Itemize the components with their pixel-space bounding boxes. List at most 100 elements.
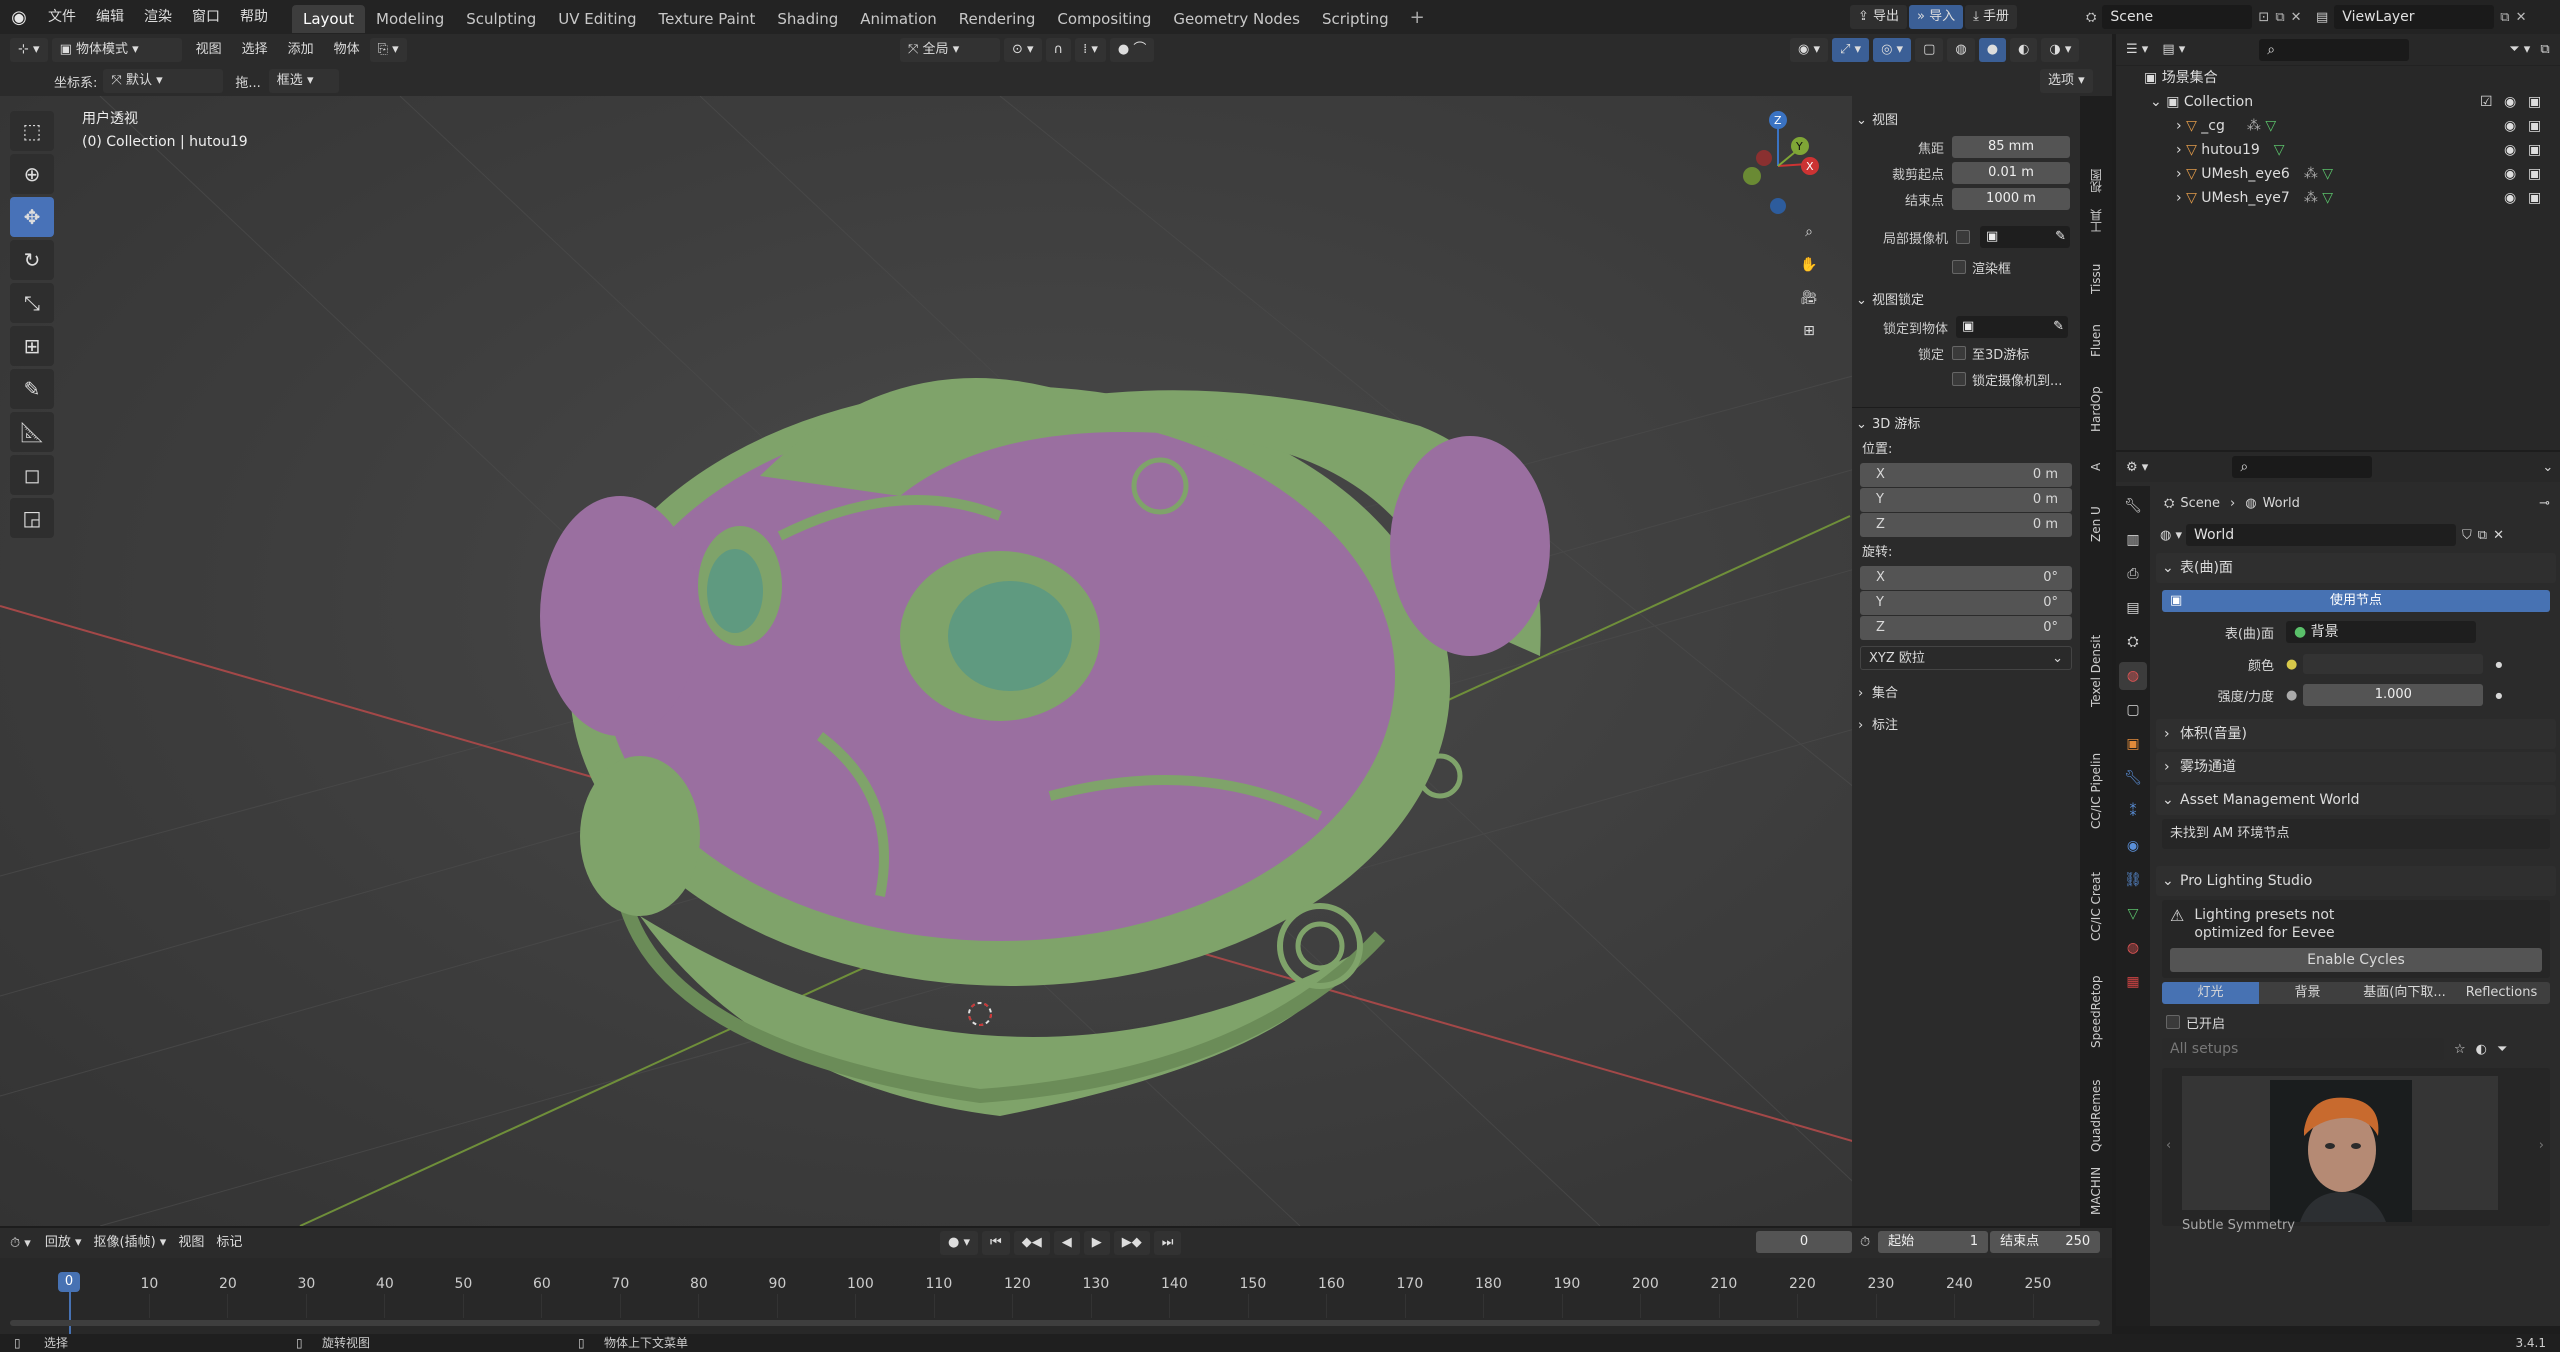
filter-icon[interactable]: ⏷ [2497, 1042, 2507, 1057]
start-frame-field[interactable]: 起始 1 [1878, 1231, 1989, 1253]
surface-section-header[interactable]: ⌄ 表(曲)面 [2156, 553, 2556, 583]
setups-dropdown[interactable]: All setups [2162, 1038, 2444, 1060]
pan-hand-icon[interactable]: ✋ [1794, 250, 1824, 280]
outliner-object-cg[interactable]: › ▽ _cg ⁂ ▽ ◉ ▣ [2116, 114, 2560, 138]
eye-icon[interactable]: ◉ [2504, 114, 2516, 138]
collection-checkbox-icon[interactable]: ☑ [2480, 90, 2493, 114]
preset-preview[interactable]: ‹ › Subtle Symmetry [2162, 1068, 2550, 1233]
tab-speedretop[interactable]: SpeedRetop [2084, 964, 2108, 1060]
coordinate-dropdown[interactable]: ⤧ 默认 ▾ [103, 69, 224, 93]
render-properties-icon[interactable]: ▥ [2119, 526, 2147, 554]
play-reverse-button[interactable]: ◀ [1053, 1231, 1080, 1255]
select-mode-dropdown[interactable]: 框选 ▾ [268, 69, 339, 93]
keyframe-dot-icon[interactable]: ● [2495, 691, 2502, 700]
lock-object-field[interactable]: ▣ ✎ [1956, 316, 2068, 338]
menu-edit[interactable]: 编辑 [86, 0, 134, 34]
pin-icon[interactable]: ⊸ [2539, 496, 2550, 511]
keyframe-dot-icon[interactable]: ● [2495, 660, 2502, 669]
modifier-properties-icon[interactable]: 🔧︎ [2119, 764, 2147, 792]
chevron-down-icon[interactable]: ⌄ [2542, 460, 2553, 475]
gizmo-toggle[interactable]: ⤢ ▾ [1832, 38, 1870, 62]
mist-section-header[interactable]: › 雾场通道 [2156, 752, 2556, 782]
axis-gizmo[interactable]: Z Y X [1730, 106, 1830, 216]
tool-properties-icon[interactable]: 🔧︎ [2119, 492, 2147, 520]
timeline-scrollbar[interactable] [10, 1320, 2100, 1326]
tab-view-icon[interactable]: 视图 [2084, 166, 2108, 196]
menu-help[interactable]: 帮助 [230, 0, 278, 34]
pro-lighting-studio-header[interactable]: ⌄ Pro Lighting Studio [2156, 866, 2556, 896]
next-arrow-icon[interactable]: › [2539, 1138, 2544, 1153]
collection-properties-icon[interactable]: ▢ [2119, 696, 2147, 724]
camera-render-icon[interactable]: ▣ [2528, 138, 2541, 162]
strength-field[interactable]: 1.000 [2303, 684, 2484, 706]
menu-add[interactable]: 添加 [278, 33, 324, 67]
scene-properties-icon[interactable]: ⛭ [2119, 628, 2147, 656]
view-lock-header[interactable]: ⌄ 视图锁定 [1852, 288, 2080, 314]
tab-tissu[interactable]: Tissu [2084, 254, 2108, 304]
overlay-toggle[interactable]: ◎ ▾ [1873, 38, 1912, 62]
pls-tab-lights[interactable]: 灯光 [2162, 982, 2259, 1004]
select-box-tool-icon[interactable]: ⬚ [10, 111, 54, 151]
constraint-properties-icon[interactable]: ⛓ [2119, 866, 2147, 894]
scene-selector[interactable]: Scene [2102, 5, 2253, 29]
tab-hardops[interactable]: HardOp [2084, 378, 2108, 440]
snap-toggle[interactable]: ∩ [1045, 38, 1072, 62]
pivot-dropdown[interactable]: ⊙ ▾ [1004, 38, 1042, 62]
grid-perspective-icon[interactable]: ⊞ [1794, 316, 1824, 346]
menu-timeline-view[interactable]: 视图 [172, 1226, 210, 1260]
pls-tab-reflections[interactable]: Reflections [2453, 982, 2550, 1004]
enable-cycles-button[interactable]: Enable Cycles [2170, 948, 2542, 972]
outliner-editor-icon[interactable]: ☰ ▾ [2126, 42, 2148, 57]
tab-a[interactable]: A [2084, 452, 2108, 482]
sphere-icon[interactable]: ◐ [2476, 1042, 2487, 1057]
rendered-shading[interactable]: ◑ ▾ [2041, 38, 2080, 62]
object-properties-icon[interactable]: ▣ [2119, 730, 2147, 758]
tab-shading[interactable]: Shading [766, 5, 849, 33]
timeline-editor-icon[interactable]: ⏱ ▾ [10, 1236, 31, 1251]
output-properties-icon[interactable]: ⎙ [2119, 560, 2147, 588]
eyedropper-icon[interactable]: ✎ [2055, 226, 2070, 248]
volume-section-header[interactable]: › 体积(音量) [2156, 719, 2556, 749]
transform-orientation-dropdown[interactable]: ⤧ 全局 ▾ [900, 38, 1000, 62]
local-camera-checkbox[interactable] [1956, 230, 1970, 244]
add-cube-tool-icon[interactable]: ◻ [10, 455, 54, 495]
camera-render-icon[interactable]: ▣ [2528, 162, 2541, 186]
clip-start-field[interactable]: 0.01 m [1952, 162, 2070, 184]
fake-user-icon[interactable]: ⛉ [2462, 528, 2472, 543]
star-icon[interactable]: ☆ [2454, 1042, 2466, 1057]
camera-render-icon[interactable]: ▣ [2528, 186, 2541, 210]
wireframe-shading[interactable]: ◍ [1947, 38, 1975, 62]
tab-texel-density[interactable]: Texel Densit [2084, 616, 2108, 726]
menu-playback[interactable]: 回放 ▾ [39, 1226, 88, 1260]
color-swatch[interactable] [2303, 654, 2484, 674]
properties-search-input[interactable]: ⌕ [2232, 456, 2373, 478]
record-button[interactable]: ● ▾ [940, 1231, 979, 1255]
eye-icon[interactable]: ◉ [2504, 186, 2516, 210]
measure-tool-icon[interactable]: 📐︎ [10, 412, 54, 452]
eye-icon[interactable]: ◉ [2504, 90, 2516, 114]
menu-render[interactable]: 渲染 [134, 0, 182, 34]
cursor-section-header[interactable]: ⌄ 3D 游标 [1852, 412, 2080, 438]
tab-geometry-nodes[interactable]: Geometry Nodes [1162, 5, 1311, 33]
display-mode-icon[interactable]: ▤ ▾ [2162, 42, 2185, 57]
lock-camera-checkbox[interactable] [1952, 372, 1966, 386]
material-shading[interactable]: ◐ [2010, 38, 2038, 62]
playhead[interactable]: 0 [58, 1272, 80, 1292]
tab-cc-create[interactable]: CC/IC Creat [2084, 856, 2108, 956]
scene-new-icon[interactable]: ⧉ [2275, 10, 2284, 25]
tab-rendering[interactable]: Rendering [948, 5, 1047, 33]
menu-select[interactable]: 选择 [232, 33, 278, 67]
tab-cc-pipeline[interactable]: CC/IC Pipelin [2084, 736, 2108, 846]
current-frame-field[interactable]: 0 [1756, 1231, 1852, 1253]
asset-management-header[interactable]: ⌄ Asset Management World [2156, 785, 2556, 815]
view-layer-properties-icon[interactable]: ▤ [2119, 594, 2147, 622]
timeline-area[interactable]: 0 10 20 30 40 50 60 70 80 90 100 110 120 130 140 150 160… [0, 1258, 2112, 1334]
eye-icon[interactable]: ◉ [2504, 162, 2516, 186]
transform-tool-icon[interactable]: ⊞ [10, 326, 54, 366]
xray-toggle[interactable]: ▢ [1915, 38, 1944, 62]
enabled-checkbox[interactable] [2166, 1015, 2180, 1029]
clip-end-field[interactable]: 1000 m [1952, 188, 2070, 210]
jump-start-button[interactable]: ⏮ [982, 1231, 1010, 1255]
tab-layout[interactable]: Layout [292, 4, 365, 33]
properties-editor-icon[interactable]: ⚙ ▾ [2126, 460, 2148, 475]
